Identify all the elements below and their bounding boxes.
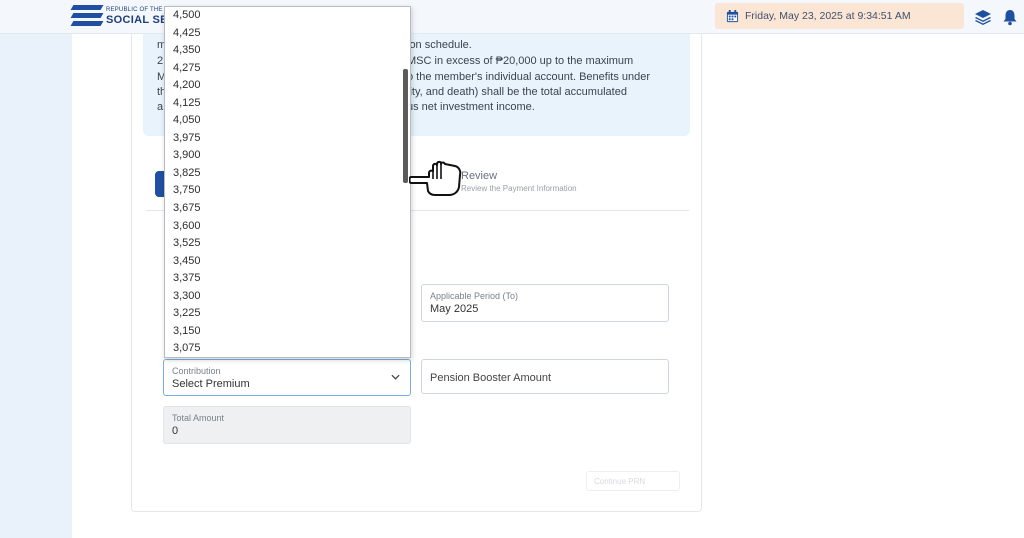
dropdown-scrollbar[interactable] (403, 69, 408, 183)
total-amount-value: 0 (172, 425, 179, 437)
dropdown-option[interactable]: 4,125 (165, 95, 410, 113)
continue-button[interactable]: Continue PRN (586, 471, 680, 491)
notice-line-5-right: us net investment income. (407, 101, 535, 113)
notice-line-4-right: lity, and death) shall be the total accu… (407, 86, 627, 98)
bell-icon[interactable] (1001, 8, 1019, 26)
dropdown-option[interactable]: 3,150 (165, 323, 410, 341)
sss-logo-icon (70, 5, 104, 27)
dropdown-option[interactable]: 3,675 (165, 200, 410, 218)
dropdown-option[interactable]: 3,600 (165, 218, 410, 236)
notice-line-1-right: ion schedule. (407, 39, 472, 51)
dropdown-option[interactable]: 3,975 (165, 130, 410, 148)
applicable-period-to-label: Applicable Period (To) (430, 291, 519, 301)
notice-line-5-left: a (157, 101, 164, 113)
notice-line-3-right: o the member's individual account. Benef… (407, 71, 651, 83)
dropdown-option[interactable]: 3,450 (165, 253, 410, 271)
contribution-select[interactable]: Contribution Select Premium (163, 359, 411, 396)
contribution-value: Select Premium (172, 378, 250, 390)
dropdown-option[interactable]: 3,225 (165, 305, 410, 323)
calendar-icon (726, 9, 739, 22)
dropdown-option[interactable]: 4,500 (165, 7, 410, 25)
dropdown-option[interactable]: 3,375 (165, 270, 410, 288)
dropdown-option[interactable]: 4,050 (165, 112, 410, 130)
applicable-period-to-value: May 2025 (430, 303, 479, 315)
dropdown-option[interactable]: 3,900 (165, 147, 410, 165)
datetime-display: Friday, May 23, 2025 at 9:34:51 AM (715, 3, 964, 29)
applicable-period-to-field[interactable]: Applicable Period (To) May 2025 (421, 284, 669, 322)
step-review-subtitle: Review the Payment Information (461, 184, 577, 193)
notice-line-2-right: MSC in excess of ₱20,000 up to the maxim… (407, 55, 634, 67)
dropdown-option[interactable]: 3,750 (165, 182, 410, 200)
dropdown-option[interactable]: 4,200 (165, 77, 410, 95)
total-amount-label: Total Amount (172, 413, 225, 423)
pension-booster-input[interactable]: Pension Booster Amount (421, 359, 669, 394)
pension-booster-placeholder: Pension Booster Amount (430, 372, 552, 384)
dropdown-option[interactable]: 3,825 (165, 165, 410, 183)
top-header: REPUBLIC OF THE SOCIAL SEC Friday, May 2… (0, 0, 1024, 34)
dropdown-option[interactable]: 3,075 (165, 340, 410, 357)
dropdown-option[interactable]: 4,425 (165, 25, 410, 43)
datetime-text: Friday, May 23, 2025 at 9:34:51 AM (745, 10, 911, 22)
contribution-dropdown-list[interactable]: 4,500 4,425 4,350 4,275 4,200 4,125 4,05… (164, 6, 411, 358)
dropdown-option[interactable]: 4,350 (165, 42, 410, 60)
chevron-down-icon (391, 374, 400, 380)
sidebar (0, 34, 72, 538)
step-review-title[interactable]: Review (461, 170, 497, 182)
sss-logo[interactable]: REPUBLIC OF THE SOCIAL SEC (70, 5, 176, 27)
total-amount-field: Total Amount 0 (163, 406, 411, 444)
contribution-label: Contribution (172, 366, 221, 376)
hand-pointer-cursor-icon (409, 160, 462, 196)
dropdown-option[interactable]: 4,275 (165, 60, 410, 78)
layers-icon[interactable] (974, 8, 992, 26)
dropdown-option[interactable]: 3,525 (165, 235, 410, 253)
dropdown-option[interactable]: 3,300 (165, 288, 410, 306)
